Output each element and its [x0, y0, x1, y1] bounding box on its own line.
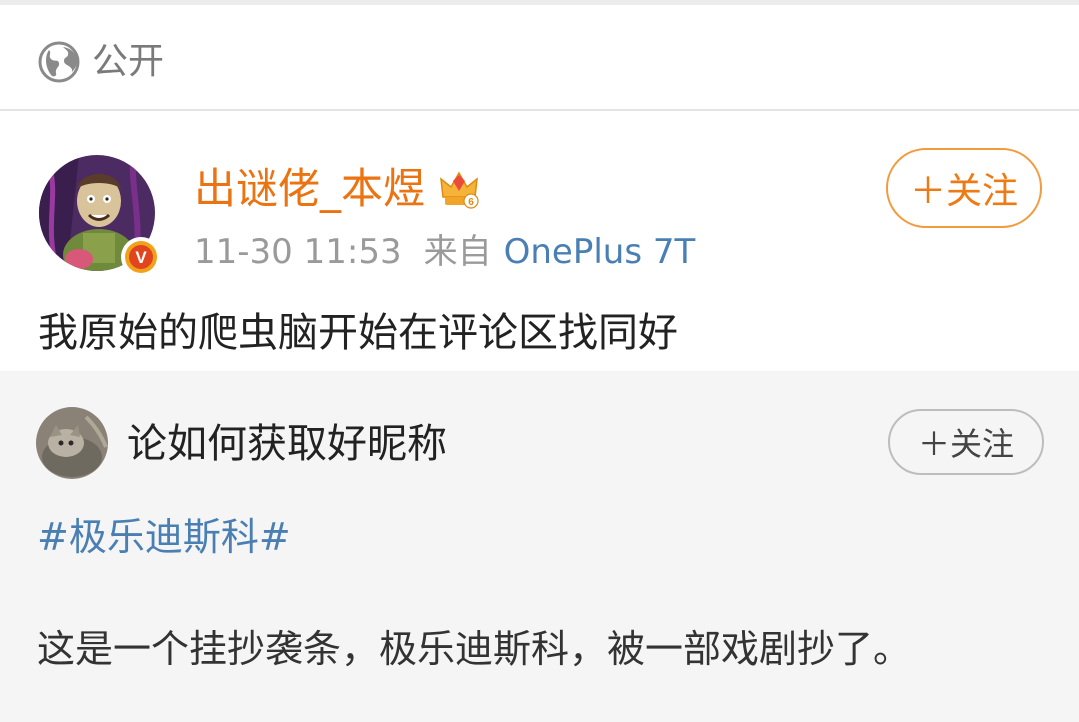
source-device[interactable]: OnePlus 7T	[504, 232, 696, 272]
repost-avatar[interactable]	[36, 407, 108, 479]
verified-badge-icon: V	[121, 237, 161, 277]
visibility-label: 公开	[92, 41, 165, 82]
reposted-card[interactable]: 论如何获取好昵称 ＋关注 #极乐迪斯科# 这是一个挂抄袭条，极乐迪斯科，被一部戏…	[0, 371, 1079, 722]
post-card: V 出谜佬_本煜 6 11-30 11:53 来自 OnePlus 7T ＋关注 我…	[0, 111, 1079, 371]
hashtag-link[interactable]: #极乐迪斯科#	[37, 511, 291, 563]
repost-follow-button[interactable]: ＋关注	[888, 409, 1044, 475]
post-text: 我原始的爬虫脑开始在评论区找同好	[38, 310, 678, 356]
author-name-row: 出谜佬_本煜 6	[194, 161, 481, 217]
globe-icon	[38, 41, 80, 83]
author-name[interactable]: 出谜佬_本煜	[194, 161, 425, 217]
crown-icon: 6	[440, 171, 479, 209]
author-avatar[interactable]: V	[39, 155, 161, 277]
follow-button[interactable]: ＋关注	[886, 148, 1042, 228]
visibility-row[interactable]: 公开	[0, 5, 1079, 109]
repost-text: 这是一个挂抄袭条，极乐迪斯科，被一部戏剧抄了。	[37, 627, 912, 671]
repost-author-name[interactable]: 论如何获取好昵称	[127, 418, 447, 470]
source-prefix: 来自	[423, 232, 492, 272]
post-meta: 11-30 11:53 来自 OnePlus 7T	[194, 229, 695, 275]
post-time: 11-30 11:53	[194, 232, 402, 272]
crown-level: 6	[468, 197, 474, 208]
badge-letter: V	[135, 248, 147, 267]
